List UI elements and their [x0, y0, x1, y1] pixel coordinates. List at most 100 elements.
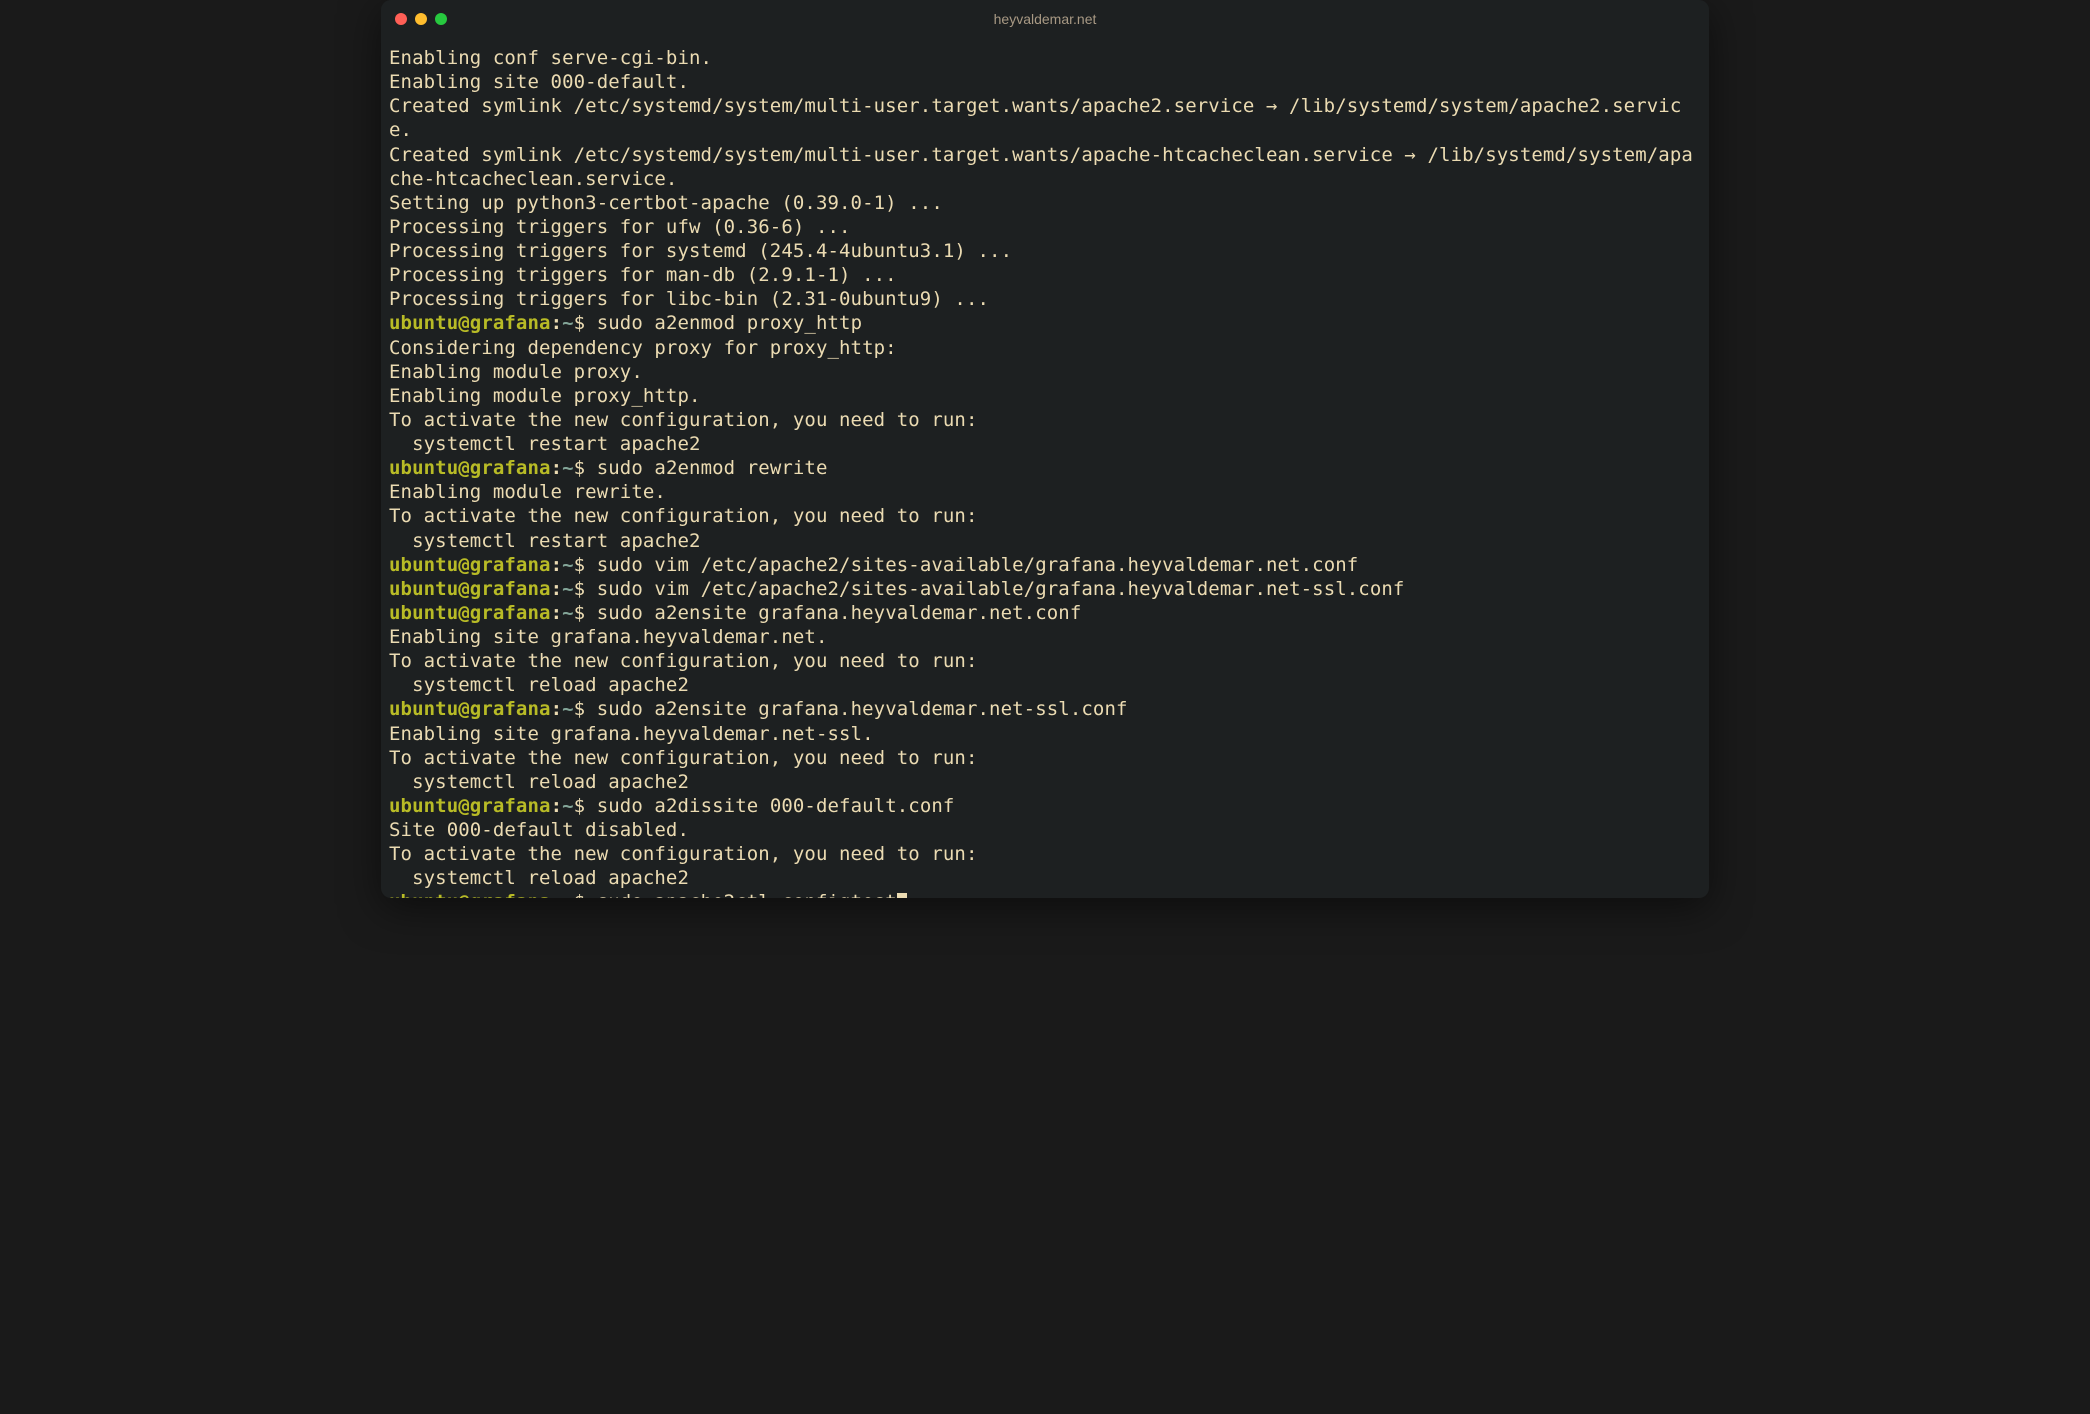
command-text: sudo a2dissite 000-default.conf: [597, 795, 955, 817]
terminal-output-line: Enabling module proxy_http.: [389, 384, 1701, 408]
output-text: Enabling site grafana.heyvaldemar.net.: [389, 626, 827, 648]
output-text: Site 000-default disabled.: [389, 819, 689, 841]
prompt-dollar: $: [574, 554, 597, 576]
terminal-output-line: Processing triggers for man-db (2.9.1-1)…: [389, 263, 1701, 287]
prompt-host: grafana: [470, 698, 551, 720]
terminal-output-line: Setting up python3-certbot-apache (0.39.…: [389, 191, 1701, 215]
terminal-output-line: To activate the new configuration, you n…: [389, 408, 1701, 432]
minimize-icon[interactable]: [415, 13, 427, 25]
output-text: Processing triggers for man-db (2.9.1-1)…: [389, 264, 897, 286]
title-bar: heyvaldemar.net: [381, 0, 1709, 38]
prompt-host: grafana: [470, 602, 551, 624]
terminal-output-line: Enabling site 000-default.: [389, 70, 1701, 94]
terminal-output-line: systemctl reload apache2: [389, 673, 1701, 697]
command-text: sudo vim /etc/apache2/sites-available/gr…: [597, 578, 1405, 600]
terminal-output-line: systemctl restart apache2: [389, 529, 1701, 553]
output-text: To activate the new configuration, you n…: [389, 843, 978, 865]
prompt-user: ubuntu: [389, 891, 458, 898]
prompt-at: @: [458, 578, 470, 600]
command-text: sudo a2ensite grafana.heyvaldemar.net-ss…: [597, 698, 1128, 720]
output-text: systemctl restart apache2: [389, 530, 701, 552]
close-icon[interactable]: [395, 13, 407, 25]
prompt-at: @: [458, 554, 470, 576]
prompt-host: grafana: [470, 554, 551, 576]
prompt-at: @: [458, 891, 470, 898]
output-text: Processing triggers for ufw (0.36-6) ...: [389, 216, 851, 238]
terminal-output-line: Enabling module rewrite.: [389, 480, 1701, 504]
terminal-output-line: Enabling conf serve-cgi-bin.: [389, 46, 1701, 70]
command-text: sudo vim /etc/apache2/sites-available/gr…: [597, 554, 1359, 576]
terminal-window: heyvaldemar.net Enabling conf serve-cgi-…: [381, 0, 1709, 898]
prompt-at: @: [458, 602, 470, 624]
output-text: systemctl reload apache2: [389, 771, 689, 793]
maximize-icon[interactable]: [435, 13, 447, 25]
output-text: To activate the new configuration, you n…: [389, 505, 978, 527]
command-text: sudo a2ensite grafana.heyvaldemar.net.co…: [597, 602, 1082, 624]
output-text: Processing triggers for libc-bin (2.31-0…: [389, 288, 989, 310]
prompt-cwd: ~: [562, 578, 574, 600]
output-text: Enabling site 000-default.: [389, 71, 689, 93]
output-text: systemctl reload apache2: [389, 674, 689, 696]
output-text: Enabling conf serve-cgi-bin.: [389, 47, 712, 69]
output-text: To activate the new configuration, you n…: [389, 409, 978, 431]
terminal-command-line: ubuntu@grafana:~$ sudo a2enmod rewrite: [389, 456, 1701, 480]
terminal-output-line: Processing triggers for ufw (0.36-6) ...: [389, 215, 1701, 239]
command-text: sudo a2enmod rewrite: [597, 457, 828, 479]
prompt-user: ubuntu: [389, 795, 458, 817]
prompt-at: @: [458, 312, 470, 334]
prompt-user: ubuntu: [389, 578, 458, 600]
prompt-host: grafana: [470, 795, 551, 817]
prompt-host: grafana: [470, 891, 551, 898]
output-text: To activate the new configuration, you n…: [389, 747, 978, 769]
prompt-dollar: $: [574, 457, 597, 479]
prompt-dollar: $: [574, 795, 597, 817]
terminal-output-line: systemctl restart apache2: [389, 432, 1701, 456]
prompt-user: ubuntu: [389, 312, 458, 334]
command-text: sudo a2enmod proxy_http: [597, 312, 862, 334]
window-title: heyvaldemar.net: [994, 11, 1097, 27]
terminal-command-line: ubuntu@grafana:~$ sudo a2enmod proxy_htt…: [389, 311, 1701, 335]
terminal-output-line: Enabling module proxy.: [389, 360, 1701, 384]
prompt-colon: :: [551, 578, 563, 600]
prompt-host: grafana: [470, 578, 551, 600]
output-text: Created symlink /etc/systemd/system/mult…: [389, 144, 1693, 190]
terminal-output-line: To activate the new configuration, you n…: [389, 649, 1701, 673]
prompt-user: ubuntu: [389, 554, 458, 576]
terminal-output-line: systemctl reload apache2: [389, 770, 1701, 794]
prompt-cwd: ~: [562, 602, 574, 624]
prompt-dollar: $: [574, 312, 597, 334]
prompt-user: ubuntu: [389, 457, 458, 479]
prompt-user: ubuntu: [389, 602, 458, 624]
terminal-output-line: systemctl reload apache2: [389, 866, 1701, 890]
terminal-output-line: Considering dependency proxy for proxy_h…: [389, 336, 1701, 360]
terminal-output-line: Processing triggers for systemd (245.4-4…: [389, 239, 1701, 263]
command-text: sudo apache2ctl configtest: [597, 891, 897, 898]
prompt-dollar: $: [574, 891, 597, 898]
prompt-cwd: ~: [562, 554, 574, 576]
prompt-host: grafana: [470, 457, 551, 479]
prompt-host: grafana: [470, 312, 551, 334]
output-text: To activate the new configuration, you n…: [389, 650, 978, 672]
output-text: Setting up python3-certbot-apache (0.39.…: [389, 192, 943, 214]
terminal-output-line: Created symlink /etc/systemd/system/mult…: [389, 143, 1701, 191]
output-text: Considering dependency proxy for proxy_h…: [389, 337, 897, 359]
prompt-cwd: ~: [562, 312, 574, 334]
output-text: Processing triggers for systemd (245.4-4…: [389, 240, 1012, 262]
traffic-lights: [395, 13, 447, 25]
terminal-body[interactable]: Enabling conf serve-cgi-bin.Enabling sit…: [381, 38, 1709, 898]
prompt-at: @: [458, 457, 470, 479]
prompt-dollar: $: [574, 578, 597, 600]
prompt-cwd: ~: [562, 891, 574, 898]
prompt-dollar: $: [574, 602, 597, 624]
prompt-user: ubuntu: [389, 698, 458, 720]
prompt-colon: :: [551, 312, 563, 334]
prompt-colon: :: [551, 554, 563, 576]
terminal-command-line: ubuntu@grafana:~$ sudo a2ensite grafana.…: [389, 601, 1701, 625]
prompt-cwd: ~: [562, 457, 574, 479]
prompt-colon: :: [551, 602, 563, 624]
output-text: Enabling module proxy_http.: [389, 385, 701, 407]
terminal-output-line: Processing triggers for libc-bin (2.31-0…: [389, 287, 1701, 311]
output-text: systemctl restart apache2: [389, 433, 701, 455]
prompt-colon: :: [551, 891, 563, 898]
terminal-output-line: To activate the new configuration, you n…: [389, 746, 1701, 770]
